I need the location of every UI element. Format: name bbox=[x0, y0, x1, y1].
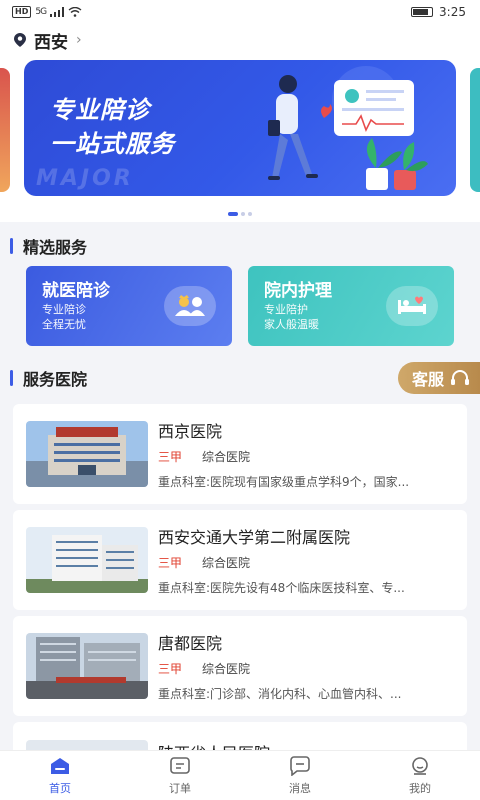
hospital-photo bbox=[26, 527, 148, 593]
tab-label: 订单 bbox=[169, 781, 191, 795]
banner-headline-1: 专业陪诊 bbox=[50, 96, 150, 124]
battery-icon bbox=[411, 7, 434, 17]
hospital-card[interactable]: 唐都医院 三甲 综合医院 重点科室:门诊部、消化内科、心血管内科、... bbox=[13, 616, 467, 716]
banner-carousel[interactable]: 专业陪诊 一站式服务 MAJOR bbox=[0, 56, 480, 206]
customer-service-button[interactable]: 客服 bbox=[397, 362, 480, 394]
customer-service-label: 客服 bbox=[411, 370, 444, 389]
city-name: 西安 bbox=[34, 32, 68, 53]
orders-icon bbox=[170, 756, 190, 774]
service-card-nursing[interactable]: 院内护理 专业陪护 家人般温暖 bbox=[248, 266, 454, 346]
banner-watermark: MAJOR bbox=[36, 166, 134, 191]
hospital-description: 重点科室:门诊部、消化内科、心血管内科、... bbox=[158, 687, 402, 701]
banner-headline-2: 一站式服务 bbox=[50, 130, 175, 158]
hospital-type: 综合医院 bbox=[202, 450, 251, 464]
headset-icon bbox=[451, 370, 469, 385]
service-subtitle-line: 专业陪诊 bbox=[42, 303, 86, 316]
network-label: 5G bbox=[35, 7, 47, 17]
location-selector[interactable]: 西安 › bbox=[0, 24, 480, 56]
tab-label: 消息 bbox=[289, 781, 311, 795]
hospital-name: 西京医院 bbox=[158, 422, 223, 441]
hospital-level-badge: 三甲 bbox=[158, 662, 183, 676]
profile-icon bbox=[412, 756, 428, 775]
hospital-card[interactable]: 西京医院 三甲 综合医院 重点科室:医院现有国家级重点学科9个，国家... bbox=[13, 404, 467, 504]
hospital-name: 唐都医院 bbox=[158, 634, 223, 653]
hospital-description: 重点科室:医院现有国家级重点学科9个，国家... bbox=[158, 475, 410, 489]
bottom-tab-bar: 首页 订单 消息 我的 bbox=[0, 750, 480, 800]
hospital-photo bbox=[26, 633, 148, 699]
hospital-level-badge: 三甲 bbox=[158, 556, 183, 570]
hospital-name: 西安交通大学第二附属医院 bbox=[158, 528, 351, 547]
featured-services-header: 精选服务 bbox=[0, 232, 480, 260]
home-icon bbox=[51, 757, 69, 774]
service-subtitle: 专业陪诊 全程无忧 bbox=[42, 302, 86, 332]
section-title: 精选服务 bbox=[23, 238, 88, 257]
service-card-escort[interactable]: 就医陪诊 专业陪诊 全程无忧 bbox=[26, 266, 232, 346]
hospital-description: 重点科室:医院先设有48个临床医技科室、专... bbox=[158, 581, 405, 595]
hospital-photo bbox=[26, 421, 148, 487]
hospitals-header: 服务医院 客服 bbox=[0, 362, 480, 394]
location-pin-icon bbox=[14, 33, 26, 47]
signal-icon bbox=[50, 7, 65, 17]
service-subtitle-line: 专业陪护 bbox=[264, 303, 308, 316]
carousel-dot-active[interactable] bbox=[228, 212, 238, 216]
hospitals-title-wrap: 服务医院 bbox=[0, 364, 87, 392]
nurse-illustration bbox=[268, 66, 428, 190]
service-title: 院内护理 bbox=[264, 281, 332, 301]
nursing-bed-icon bbox=[386, 286, 438, 326]
section-accent-bar bbox=[10, 370, 13, 386]
banner-prev-peek[interactable] bbox=[0, 68, 10, 192]
people-icon bbox=[164, 286, 216, 326]
service-subtitle: 专业陪护 家人般温暖 bbox=[264, 302, 319, 332]
section-title: 服务医院 bbox=[23, 370, 88, 389]
banner-next-peek[interactable] bbox=[470, 68, 480, 192]
chevron-right-icon: › bbox=[76, 32, 82, 48]
hospital-type: 综合医院 bbox=[202, 556, 251, 570]
message-icon bbox=[290, 755, 310, 776]
carousel-dot[interactable] bbox=[248, 212, 252, 216]
section-accent-bar bbox=[10, 238, 13, 254]
featured-services: 就医陪诊 专业陪诊 全程无忧 院内护理 专业陪护 家人般温暖 bbox=[0, 260, 480, 346]
hd-indicator: HD bbox=[12, 6, 32, 18]
tab-messages[interactable]: 消息 bbox=[240, 751, 360, 800]
service-title: 就医陪诊 bbox=[42, 281, 110, 301]
hospital-list: 西京医院 三甲 综合医院 重点科室:医院现有国家级重点学科9个，国家... 西安… bbox=[0, 394, 480, 800]
hospital-level-badge: 三甲 bbox=[158, 450, 183, 464]
tab-home[interactable]: 首页 bbox=[0, 751, 120, 800]
hospital-card[interactable]: 西安交通大学第二附属医院 三甲 综合医院 重点科室:医院先设有48个临床医技科室… bbox=[13, 510, 467, 610]
tab-label: 我的 bbox=[409, 781, 431, 795]
service-subtitle-line: 全程无忧 bbox=[42, 318, 86, 331]
tab-profile[interactable]: 我的 bbox=[360, 751, 480, 800]
service-subtitle-line: 家人般温暖 bbox=[264, 318, 319, 331]
tab-orders[interactable]: 订单 bbox=[120, 751, 240, 800]
wifi-icon bbox=[68, 7, 82, 17]
tab-label: 首页 bbox=[49, 781, 71, 795]
status-bar: HD 5G 3:25 bbox=[0, 0, 480, 24]
carousel-dot[interactable] bbox=[241, 212, 245, 216]
banner-slide[interactable]: 专业陪诊 一站式服务 MAJOR bbox=[24, 60, 456, 196]
hospital-type: 综合医院 bbox=[202, 662, 251, 676]
carousel-indicator bbox=[0, 206, 480, 222]
clock: 3:25 bbox=[439, 5, 466, 19]
